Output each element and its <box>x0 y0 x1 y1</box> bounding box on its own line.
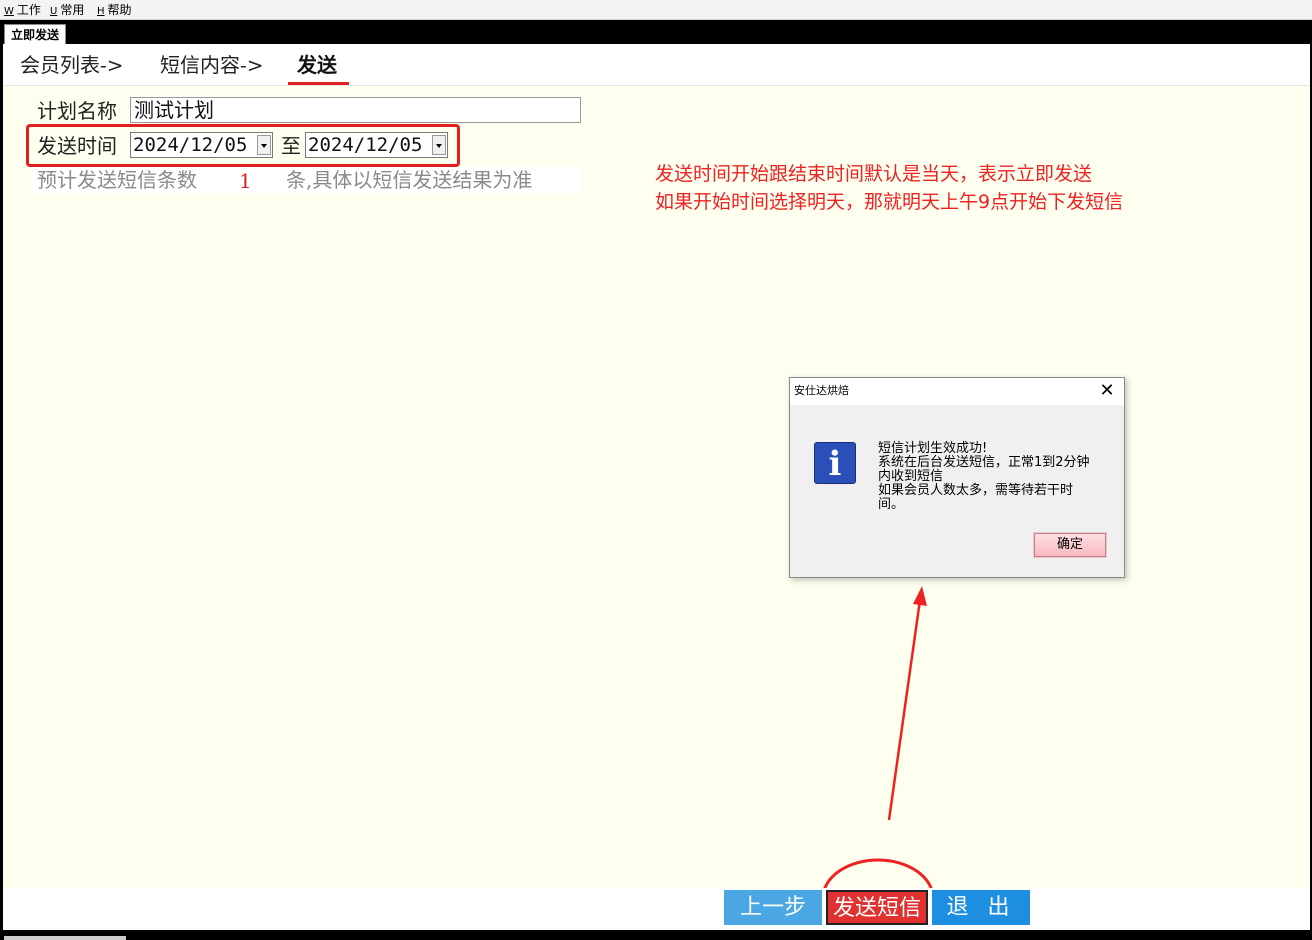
menu-item-work-label: 工作 <box>16 3 41 17</box>
estimate-label: 预计发送短信条数 <box>37 168 197 192</box>
window-tab[interactable]: 立即发送 <box>4 24 67 44</box>
exit-button[interactable]: 退 出 <box>932 890 1030 925</box>
plan-name-label: 计划名称 <box>37 99 117 123</box>
close-icon[interactable]: ✕ <box>1098 381 1116 401</box>
estimate-count: 1 <box>239 169 252 193</box>
status-bar <box>0 930 1312 940</box>
dialog-message-line: 内收到短信 <box>878 469 944 484</box>
dialog-title: 安仕达烘焙 <box>794 384 849 397</box>
send-sms-button[interactable]: 发送短信 <box>826 890 928 925</box>
menu-item-help[interactable]: H 帮助 <box>97 3 132 19</box>
info-icon: i <box>814 442 856 484</box>
estimate-suffix: 条,具体以短信发送结果为准 <box>286 168 533 192</box>
estimate-row: 预计发送短信条数 1 条,具体以短信发送结果为准 <box>32 167 581 193</box>
step-member-list[interactable]: 会员列表-> <box>20 52 124 78</box>
dialog-message: 短信计划生效成功! 系统在后台发送短信，正常1到2分钟 内收到短信 如果会员人数… <box>878 442 1118 512</box>
status-tab <box>4 936 126 940</box>
menu-bar: W 工作 U 常用 H 帮助 <box>0 0 1312 20</box>
menu-item-common-label: 常用 <box>60 3 85 17</box>
dialog-message-line: 短信计划生效成功! <box>878 441 988 456</box>
step-send[interactable]: 发送 <box>297 52 337 78</box>
active-step-underline <box>288 82 349 85</box>
plan-name-input[interactable]: 测试计划 <box>130 97 581 123</box>
menu-item-common[interactable]: U 常用 <box>50 3 84 19</box>
window-titlebar: 立即发送 <box>0 20 1312 44</box>
ok-button[interactable]: 确定 <box>1034 533 1106 557</box>
message-dialog: 安仕达烘焙 ✕ i 短信计划生效成功! 系统在后台发送短信，正常1到2分钟 内收… <box>789 377 1125 578</box>
dialog-message-line: 系统在后台发送短信，正常1到2分钟 <box>878 455 1090 470</box>
send-time-highlight <box>26 124 460 167</box>
annotation-line-1: 发送时间开始跟结束时间默认是当天，表示立即发送 <box>655 163 1093 185</box>
prev-step-button[interactable]: 上一步 <box>724 890 822 925</box>
wizard-steps: 会员列表-> 短信内容-> 发送 <box>3 44 1310 86</box>
dialog-message-line: 如果会员人数太多，需等待若干时 <box>878 483 1074 498</box>
menu-item-work[interactable]: W 工作 <box>4 3 41 19</box>
menu-item-help-label: 帮助 <box>107 3 132 17</box>
step-sms-content[interactable]: 短信内容-> <box>160 52 264 78</box>
dialog-titlebar: 安仕达烘焙 ✕ <box>790 378 1124 405</box>
dialog-message-line: 间。 <box>878 497 905 512</box>
annotation-line-2: 如果开始时间选择明天，那就明天上午9点开始下发短信 <box>655 191 1124 213</box>
bottom-bar <box>3 888 1310 930</box>
annotation-note: 发送时间开始跟结束时间默认是当天，表示立即发送 如果开始时间选择明天，那就明天上… <box>655 160 1215 216</box>
